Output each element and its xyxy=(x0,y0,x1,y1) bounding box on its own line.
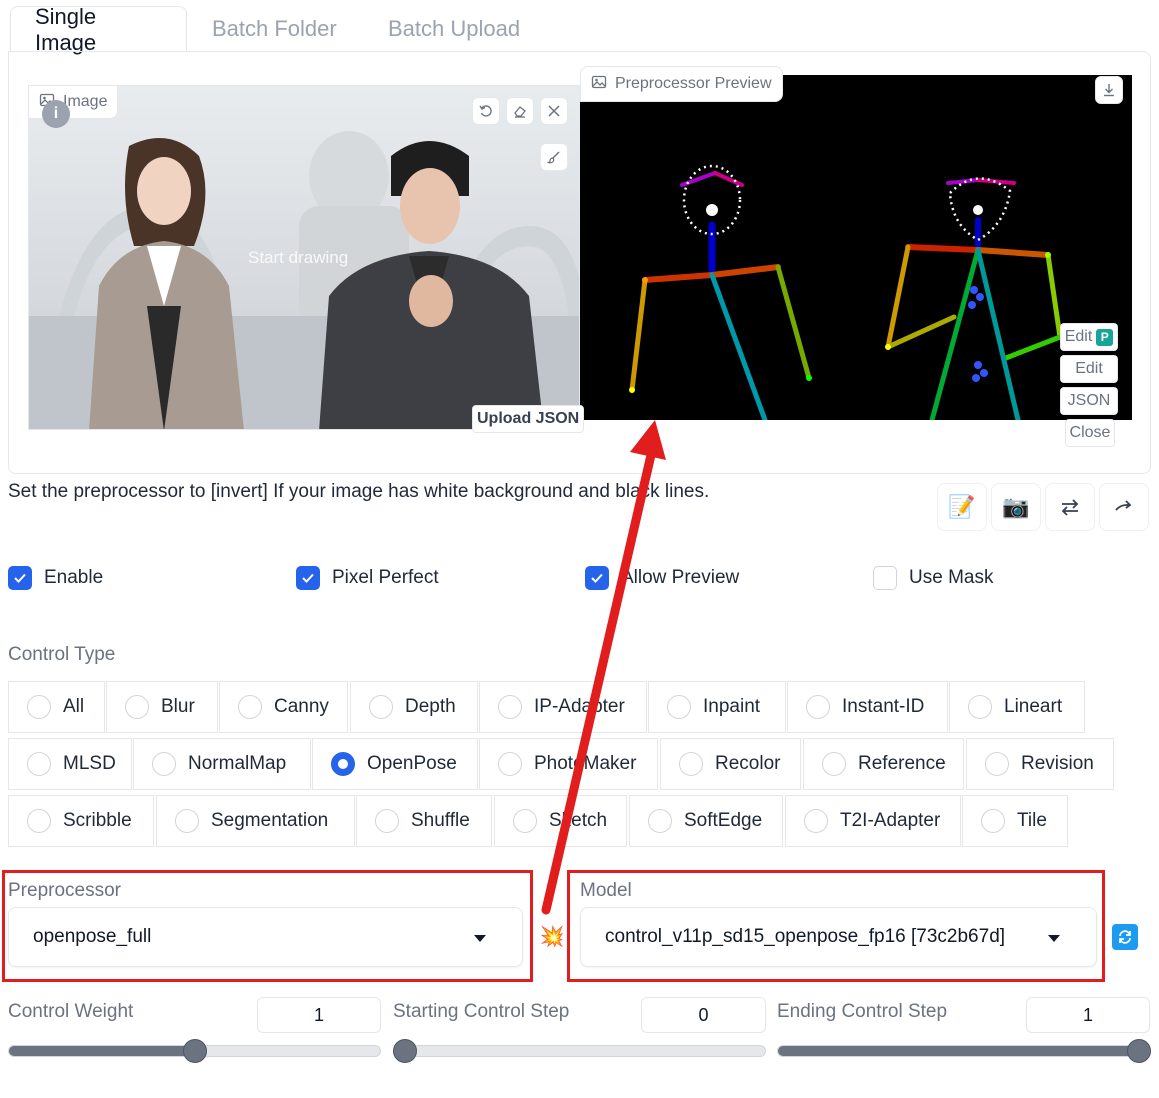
checkbox-unchecked-icon xyxy=(873,566,897,590)
ending-step-slider-handle[interactable] xyxy=(1127,1039,1151,1063)
preprocessor-hint: Set the preprocessor to [invert] If your… xyxy=(8,481,710,502)
edit-button[interactable]: Edit xyxy=(1060,355,1118,383)
send-dimensions-icon xyxy=(1115,500,1132,511)
preprocessor-preview-image xyxy=(580,75,1132,420)
openpose-skeleton xyxy=(629,164,1063,420)
control-type-softedge[interactable]: SoftEdge xyxy=(629,795,783,847)
control-type-tile[interactable]: Tile xyxy=(962,795,1068,847)
image-block-label-text: Image xyxy=(63,93,108,110)
checkbox-checked-icon xyxy=(585,566,609,590)
mirror-webcam-button[interactable] xyxy=(1045,483,1095,531)
control-type-blur[interactable]: Blur xyxy=(106,681,218,733)
download-button[interactable] xyxy=(1095,76,1123,104)
explosion-icon: 💥 xyxy=(539,925,565,948)
ending-step-slider-fill xyxy=(778,1046,1149,1056)
radio-selected-icon xyxy=(331,752,355,776)
control-weight-slider-handle[interactable] xyxy=(183,1039,207,1063)
control-weight-label: Control Weight xyxy=(8,1001,134,1022)
undo-button[interactable] xyxy=(472,97,500,125)
starting-step-input[interactable]: 0 xyxy=(641,997,766,1033)
run-preprocessor-button[interactable]: 💥 xyxy=(538,922,566,950)
allow-preview-checkbox[interactable]: Allow Preview xyxy=(585,566,739,590)
refresh-models-button[interactable] xyxy=(1112,924,1138,950)
brush-button[interactable] xyxy=(540,143,568,171)
annotation-box-model xyxy=(567,870,1105,982)
control-type-scribble[interactable]: Scribble xyxy=(8,795,154,847)
control-type-reference[interactable]: Reference xyxy=(803,738,964,790)
tab-batch-folder[interactable]: Batch Folder xyxy=(188,6,361,52)
eraser-icon xyxy=(514,106,526,118)
control-type-all[interactable]: All xyxy=(8,681,105,733)
enable-checkbox[interactable]: Enable xyxy=(8,566,103,590)
control-type-sketch[interactable]: Sketch xyxy=(494,795,627,847)
undo-icon xyxy=(479,105,492,117)
json-button[interactable]: JSON xyxy=(1060,387,1118,415)
control-type-mlsd[interactable]: MLSD xyxy=(8,738,132,790)
edit-document-icon: 📝 xyxy=(948,494,976,519)
control-type-shuffle[interactable]: Shuffle xyxy=(356,795,492,847)
close-icon xyxy=(548,105,560,117)
control-type-photomaker[interactable]: PhotoMaker xyxy=(479,738,658,790)
preview-block-label-text: Preprocessor Preview xyxy=(615,75,772,92)
brush-icon xyxy=(547,151,560,164)
info-icon[interactable]: i xyxy=(42,100,70,128)
tab-single-image[interactable]: Single Image xyxy=(10,4,187,55)
close-button[interactable]: Close xyxy=(1065,419,1115,447)
swap-icon xyxy=(1061,499,1079,516)
open-new-canvas-button[interactable]: 📝 xyxy=(937,483,987,531)
control-type-t2i-adapter[interactable]: T2I-Adapter xyxy=(785,795,961,847)
control-weight-slider-fill xyxy=(9,1046,195,1056)
control-type-openpose[interactable]: OpenPose xyxy=(312,738,478,790)
preview-block-label: Preprocessor Preview xyxy=(580,66,783,102)
starting-step-slider-track[interactable] xyxy=(393,1045,766,1057)
webcam-button[interactable]: 📷 xyxy=(991,483,1041,531)
ending-step-slider-track[interactable] xyxy=(777,1045,1150,1057)
control-type-ip-adapter[interactable]: IP-Adapter xyxy=(479,681,647,733)
refresh-icon xyxy=(1119,930,1131,944)
edit-photopea-button[interactable]: Edit P xyxy=(1060,323,1118,351)
photopea-icon: P xyxy=(1096,328,1114,346)
download-icon xyxy=(1104,84,1114,97)
control-type-lineart[interactable]: Lineart xyxy=(949,681,1085,733)
control-type-segmentation[interactable]: Segmentation xyxy=(156,795,355,847)
starting-step-slider-handle[interactable] xyxy=(393,1039,417,1063)
clear-button[interactable] xyxy=(540,97,568,125)
image-icon xyxy=(591,74,607,95)
tab-batch-upload[interactable]: Batch Upload xyxy=(364,6,544,52)
checkbox-checked-icon xyxy=(8,566,32,590)
checkbox-checked-icon xyxy=(296,566,320,590)
ending-step-input[interactable]: 1 xyxy=(1026,997,1150,1033)
control-type-depth[interactable]: Depth xyxy=(350,681,478,733)
starting-step-label: Starting Control Step xyxy=(393,1001,570,1022)
upload-json-button[interactable]: Upload JSON xyxy=(472,405,585,433)
camera-icon: 📷 xyxy=(1002,494,1030,519)
control-type-revision[interactable]: Revision xyxy=(966,738,1114,790)
start-drawing-placeholder: Start drawing xyxy=(248,248,349,267)
use-mask-checkbox[interactable]: Use Mask xyxy=(873,566,993,590)
send-dimensions-button[interactable] xyxy=(1099,483,1149,531)
control-type-recolor[interactable]: Recolor xyxy=(660,738,801,790)
control-type-instant-id[interactable]: Instant-ID xyxy=(787,681,948,733)
control-weight-input[interactable]: 1 xyxy=(257,997,381,1033)
annotation-box-preprocessor xyxy=(2,870,533,982)
eraser-button[interactable] xyxy=(506,97,534,125)
control-type-label: Control Type xyxy=(8,644,116,665)
ending-step-label: Ending Control Step xyxy=(777,1001,948,1022)
control-type-normalmap[interactable]: NormalMap xyxy=(133,738,311,790)
pixel-perfect-checkbox[interactable]: Pixel Perfect xyxy=(296,566,439,590)
control-type-canny[interactable]: Canny xyxy=(219,681,348,733)
control-type-inpaint[interactable]: Inpaint xyxy=(648,681,786,733)
